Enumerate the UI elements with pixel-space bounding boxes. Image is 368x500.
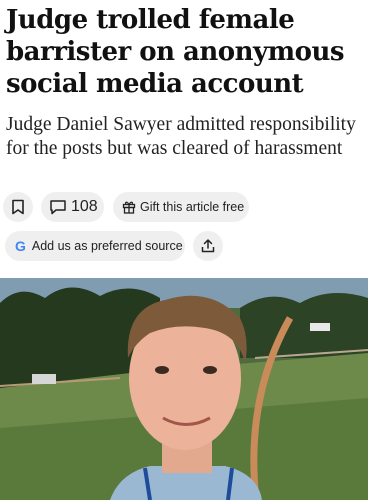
comment-count: 108 xyxy=(71,198,98,215)
preferred-source-label: Add us as preferred source xyxy=(31,239,183,253)
standfirst: Judge Daniel Sawyer admitted responsibil… xyxy=(6,114,356,159)
gift-icon xyxy=(122,201,136,214)
headline: Judge trolled female barrister on anonym… xyxy=(6,5,345,99)
bookmark-button[interactable] xyxy=(3,192,33,222)
comments-button[interactable]: 108 xyxy=(41,192,104,222)
google-g-icon: G xyxy=(15,238,26,254)
gift-article-button[interactable]: Gift this article free xyxy=(113,192,249,222)
share-button[interactable] xyxy=(193,231,223,261)
gift-label: Gift this article free xyxy=(140,200,245,214)
share-icon xyxy=(201,239,215,253)
preferred-source-button[interactable]: G Add us as preferred source xyxy=(5,231,185,261)
comment-icon xyxy=(50,200,66,215)
article-photo xyxy=(0,278,368,500)
bookmark-icon xyxy=(12,199,24,215)
